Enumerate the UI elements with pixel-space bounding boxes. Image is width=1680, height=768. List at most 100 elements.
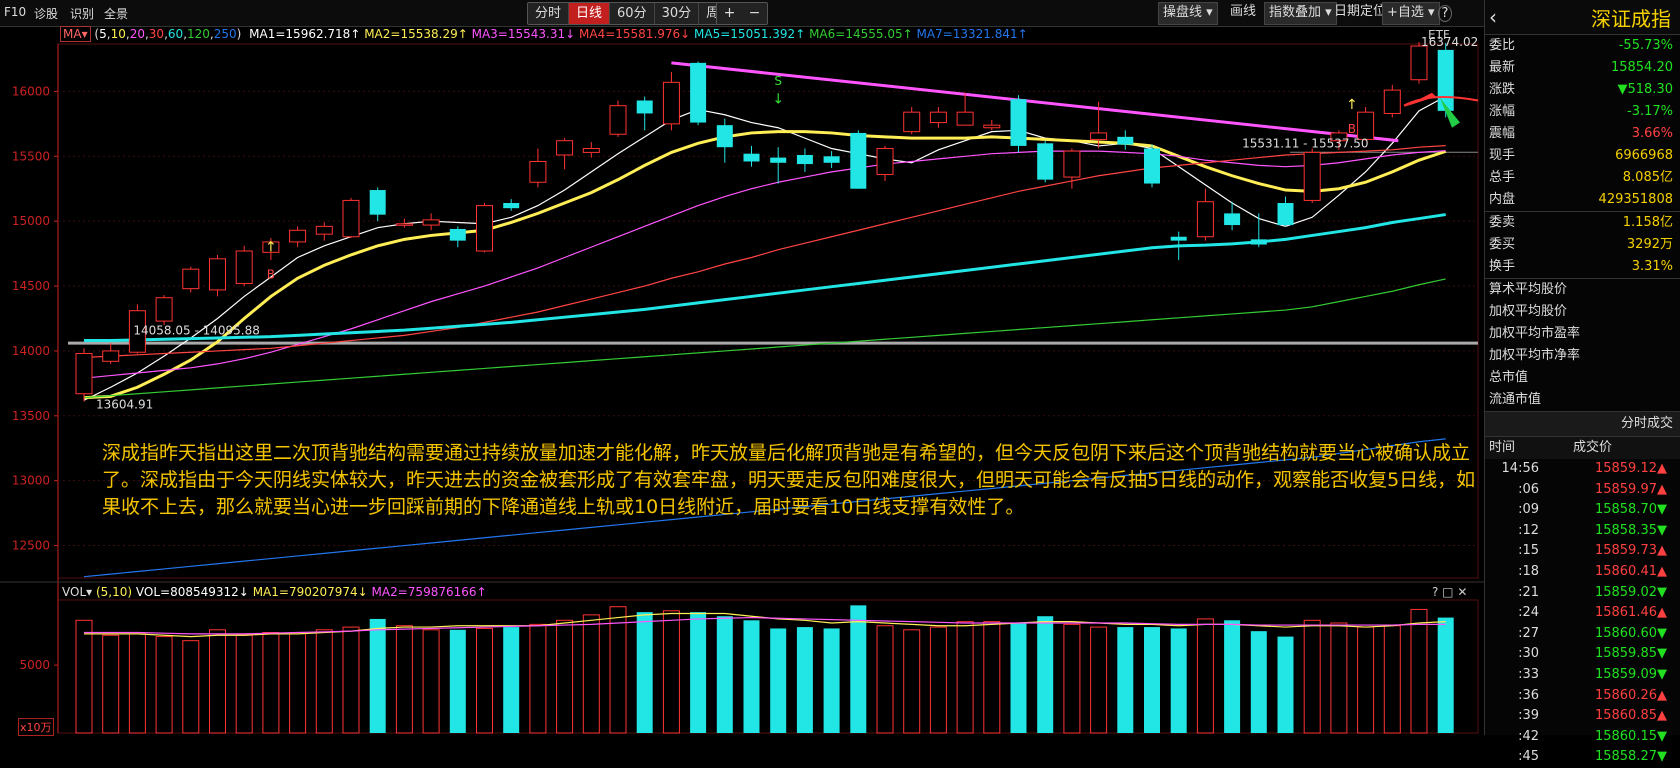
tick-price: 15860.15▼: [1594, 728, 1667, 744]
tick-time: :24: [1518, 605, 1539, 621]
tick-time: :39: [1518, 708, 1539, 724]
tick-row[interactable]: :21 15859.02▼: [1485, 583, 1680, 604]
order-value: 1.158亿: [1622, 215, 1673, 230]
tick-row[interactable]: :09 15858.70▼: [1485, 500, 1680, 521]
candle-body-down: [690, 62, 707, 123]
quote-value: -55.73%: [1618, 38, 1673, 53]
candle-body-down: [1437, 49, 1454, 111]
tick-time: :27: [1518, 625, 1539, 641]
order-key: 委买: [1489, 237, 1516, 252]
tick-price: 15859.85▼: [1594, 646, 1667, 662]
candle-body-up: [983, 124, 1001, 129]
ticks-header-time: 时间: [1489, 440, 1516, 455]
range-right-label: 15531.11 - 15537.50: [1242, 136, 1368, 150]
quote-row: 震幅 3.66%: [1485, 123, 1680, 145]
volume-bar-down: [796, 627, 813, 733]
volume-bar-up: [476, 627, 493, 734]
candle-body-down: [1037, 143, 1054, 180]
tick-row[interactable]: :30 15859.85▼: [1485, 644, 1680, 665]
candle-body-up: [582, 148, 600, 153]
volume-bar-up: [556, 619, 574, 734]
quote-sidebar: ‹ 深证成指 委比 -55.73% 最新 15854.20 涨跌 ▼518.30 涨幅 -3.…: [1484, 0, 1680, 764]
tick-time: :18: [1518, 563, 1539, 579]
ticks-list[interactable]: 14:56 15859.12▲:06 15859.97▲:09 15858.70▼:1…: [1485, 459, 1680, 768]
stat-item: 流通市值: [1489, 392, 1542, 407]
candle-body-down: [796, 154, 813, 165]
tick-price: 15860.26▲: [1594, 687, 1667, 703]
tick-row[interactable]: :15 15859.73▲: [1485, 541, 1680, 562]
volume-bar-up: [1383, 625, 1401, 734]
stat-item: 加权平均股价: [1489, 304, 1568, 319]
order-row: 委卖 1.158亿: [1485, 212, 1680, 234]
candle-body-up: [609, 105, 627, 135]
tick-price: 15858.70▼: [1594, 502, 1667, 518]
candle-body-up: [876, 148, 894, 175]
quote-value: 429351808: [1598, 192, 1673, 207]
tick-row[interactable]: 14:56 15859.12▲: [1485, 459, 1680, 480]
volume-unit-label: x10万: [18, 718, 54, 736]
vol-window-controls[interactable]: ? □ ✕: [1432, 585, 1467, 599]
volume-bar-up: [929, 626, 947, 734]
volume-bar-up: [956, 621, 974, 734]
ticks-title: 分时成交: [1485, 411, 1680, 437]
buy-arrow-icon: ↑: [1346, 97, 1358, 113]
volume-bar-up: [128, 633, 146, 734]
quote-value: 3.66%: [1631, 126, 1673, 141]
candle-body-down: [1277, 203, 1294, 226]
volume-bar-up: [262, 632, 280, 734]
stats-list: 算术平均股价 加权平均股价 加权平均市盈率 加权平均市净率 总市值 流通市值: [1485, 279, 1680, 411]
tick-row[interactable]: :33 15859.09▼: [1485, 665, 1680, 686]
volume-bar-up: [395, 625, 413, 734]
tick-row[interactable]: :42 15860.15▼: [1485, 727, 1680, 748]
quote-key: 震幅: [1489, 126, 1516, 141]
volume-bar-up: [1303, 619, 1321, 734]
analysis-annotation: 深成指昨天指出这里二次顶背驰结构需要通过持续放量加速才能化解，昨天放量后化解顶背…: [102, 442, 1476, 518]
volume-bar-down: [1224, 620, 1241, 733]
tick-row[interactable]: :12 15858.35▼: [1485, 521, 1680, 542]
quote-row: 涨跌 ▼518.30: [1485, 79, 1680, 101]
tick-row[interactable]: :36 15860.26▲: [1485, 686, 1680, 707]
order-value: 3.31%: [1631, 259, 1673, 274]
sidebar-header: ‹ 深证成指: [1485, 0, 1680, 35]
tick-row[interactable]: :24 15861.46▲: [1485, 603, 1680, 624]
candle-body-up: [1357, 111, 1375, 140]
candle-body-down: [850, 132, 867, 189]
kline-chart[interactable]: 12500 13000 13500 14000 14500 15000 15500 16000…: [0, 0, 1484, 735]
tick-row[interactable]: :45 15858.27▼: [1485, 747, 1680, 768]
tick-price: 15859.97▲: [1594, 481, 1667, 497]
volume-bar-up: [1357, 626, 1375, 734]
tick-row[interactable]: :18 15860.41▲: [1485, 562, 1680, 583]
volume-bar-down: [850, 605, 867, 733]
sell-arrow-icon: ↓: [772, 92, 784, 108]
y-tick-label: 13500: [12, 409, 50, 423]
vol-selector[interactable]: VOL▾: [62, 585, 92, 599]
buy-marker: B: [1348, 122, 1356, 136]
tick-price: 15859.73▲: [1594, 543, 1667, 559]
candle-body-up: [476, 205, 493, 252]
volume-bar-down: [743, 620, 760, 733]
volume-bar-down: [716, 616, 733, 733]
tick-time: :06: [1518, 481, 1539, 497]
volume-bar-up: [315, 629, 333, 734]
quote-value: 15854.20: [1610, 60, 1673, 75]
quote-table: 委比 -55.73% 最新 15854.20 涨跌 ▼518.30 涨幅 -3.17% 震幅 3.…: [1485, 35, 1680, 211]
volume-bar-up: [1196, 618, 1214, 734]
tick-row[interactable]: :39 15860.85▲: [1485, 706, 1680, 727]
order-key: 换手: [1489, 259, 1516, 274]
volume-bar-up: [876, 625, 894, 734]
tick-row[interactable]: :06 15859.97▲: [1485, 480, 1680, 501]
volume-bar-down: [1250, 631, 1267, 733]
quote-value: ▼518.30: [1617, 82, 1674, 97]
candle-body-up: [342, 199, 360, 238]
stat-item: 总市值: [1489, 370, 1529, 385]
back-icon[interactable]: ‹: [1489, 5, 1497, 29]
quote-value: 8.085亿: [1622, 170, 1673, 185]
volume-bar-up: [662, 610, 680, 734]
tick-row[interactable]: :27 15860.60▼: [1485, 624, 1680, 645]
vol-ma1-readout: MA1=790207974↓: [252, 585, 368, 599]
buy-marker: B: [267, 267, 275, 281]
quote-key: 现手: [1489, 148, 1516, 163]
candle-body-up: [235, 250, 253, 284]
volume-bar-up: [75, 619, 93, 734]
quote-row: 总手 8.085亿: [1485, 167, 1680, 189]
